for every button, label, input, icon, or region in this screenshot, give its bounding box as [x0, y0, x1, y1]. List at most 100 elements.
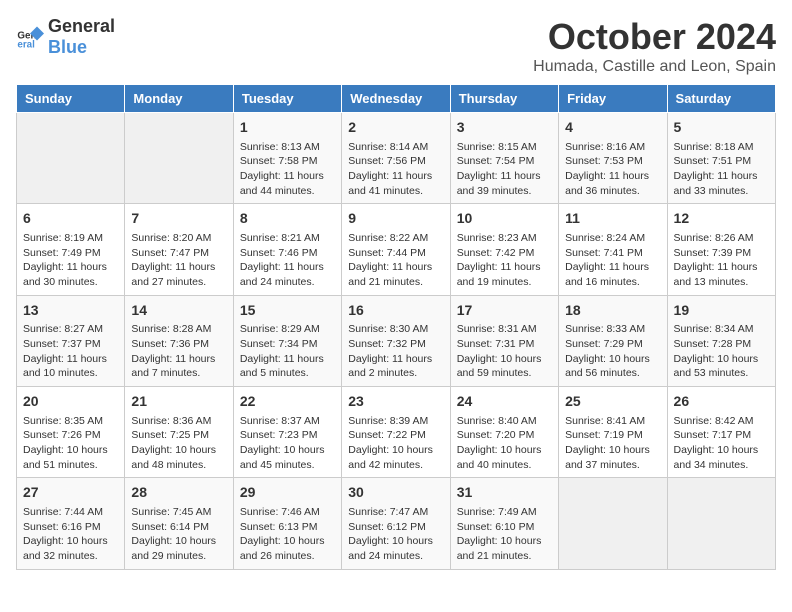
table-row: 14Sunrise: 8:28 AM Sunset: 7:36 PM Dayli… [125, 295, 233, 386]
logo: Gen eral General Blue [16, 16, 115, 58]
day-number: 28 [131, 483, 226, 503]
table-row: 10Sunrise: 8:23 AM Sunset: 7:42 PM Dayli… [450, 204, 558, 295]
table-row: 25Sunrise: 8:41 AM Sunset: 7:19 PM Dayli… [559, 387, 667, 478]
day-number: 23 [348, 392, 443, 412]
day-info: Sunrise: 7:45 AM Sunset: 6:14 PM Dayligh… [131, 505, 226, 564]
day-info: Sunrise: 8:41 AM Sunset: 7:19 PM Dayligh… [565, 414, 660, 473]
day-info: Sunrise: 8:24 AM Sunset: 7:41 PM Dayligh… [565, 231, 660, 290]
table-row [17, 113, 125, 204]
table-row: 23Sunrise: 8:39 AM Sunset: 7:22 PM Dayli… [342, 387, 450, 478]
calendar-week-row: 13Sunrise: 8:27 AM Sunset: 7:37 PM Dayli… [17, 295, 776, 386]
day-number: 8 [240, 209, 335, 229]
day-info: Sunrise: 8:30 AM Sunset: 7:32 PM Dayligh… [348, 322, 443, 381]
day-number: 12 [674, 209, 769, 229]
day-number: 16 [348, 301, 443, 321]
table-row [667, 478, 775, 569]
logo-text-general: General [48, 16, 115, 36]
day-info: Sunrise: 8:22 AM Sunset: 7:44 PM Dayligh… [348, 231, 443, 290]
day-info: Sunrise: 8:19 AM Sunset: 7:49 PM Dayligh… [23, 231, 118, 290]
logo-icon: Gen eral [16, 23, 44, 51]
table-row: 28Sunrise: 7:45 AM Sunset: 6:14 PM Dayli… [125, 478, 233, 569]
day-info: Sunrise: 8:15 AM Sunset: 7:54 PM Dayligh… [457, 140, 552, 199]
table-row: 9Sunrise: 8:22 AM Sunset: 7:44 PM Daylig… [342, 204, 450, 295]
day-number: 18 [565, 301, 660, 321]
day-info: Sunrise: 8:14 AM Sunset: 7:56 PM Dayligh… [348, 140, 443, 199]
col-monday: Monday [125, 85, 233, 113]
day-number: 21 [131, 392, 226, 412]
day-number: 2 [348, 118, 443, 138]
table-row: 7Sunrise: 8:20 AM Sunset: 7:47 PM Daylig… [125, 204, 233, 295]
col-wednesday: Wednesday [342, 85, 450, 113]
day-number: 14 [131, 301, 226, 321]
day-number: 29 [240, 483, 335, 503]
day-number: 20 [23, 392, 118, 412]
day-info: Sunrise: 8:13 AM Sunset: 7:58 PM Dayligh… [240, 140, 335, 199]
col-sunday: Sunday [17, 85, 125, 113]
day-info: Sunrise: 8:20 AM Sunset: 7:47 PM Dayligh… [131, 231, 226, 290]
col-saturday: Saturday [667, 85, 775, 113]
table-row: 27Sunrise: 7:44 AM Sunset: 6:16 PM Dayli… [17, 478, 125, 569]
col-friday: Friday [559, 85, 667, 113]
table-row [125, 113, 233, 204]
day-info: Sunrise: 8:18 AM Sunset: 7:51 PM Dayligh… [674, 140, 769, 199]
day-info: Sunrise: 8:23 AM Sunset: 7:42 PM Dayligh… [457, 231, 552, 290]
day-number: 1 [240, 118, 335, 138]
day-number: 22 [240, 392, 335, 412]
col-thursday: Thursday [450, 85, 558, 113]
day-info: Sunrise: 7:46 AM Sunset: 6:13 PM Dayligh… [240, 505, 335, 564]
day-info: Sunrise: 8:33 AM Sunset: 7:29 PM Dayligh… [565, 322, 660, 381]
table-row: 31Sunrise: 7:49 AM Sunset: 6:10 PM Dayli… [450, 478, 558, 569]
table-row: 17Sunrise: 8:31 AM Sunset: 7:31 PM Dayli… [450, 295, 558, 386]
logo-wordmark: General Blue [48, 16, 115, 58]
calendar-week-row: 6Sunrise: 8:19 AM Sunset: 7:49 PM Daylig… [17, 204, 776, 295]
table-row: 15Sunrise: 8:29 AM Sunset: 7:34 PM Dayli… [233, 295, 341, 386]
svg-text:eral: eral [17, 40, 35, 51]
day-number: 30 [348, 483, 443, 503]
day-number: 19 [674, 301, 769, 321]
month-title: October 2024 [533, 16, 776, 58]
table-row: 26Sunrise: 8:42 AM Sunset: 7:17 PM Dayli… [667, 387, 775, 478]
day-info: Sunrise: 8:34 AM Sunset: 7:28 PM Dayligh… [674, 322, 769, 381]
day-info: Sunrise: 7:44 AM Sunset: 6:16 PM Dayligh… [23, 505, 118, 564]
location-title: Humada, Castille and Leon, Spain [533, 58, 776, 76]
day-number: 6 [23, 209, 118, 229]
day-info: Sunrise: 8:35 AM Sunset: 7:26 PM Dayligh… [23, 414, 118, 473]
table-row: 24Sunrise: 8:40 AM Sunset: 7:20 PM Dayli… [450, 387, 558, 478]
day-info: Sunrise: 8:37 AM Sunset: 7:23 PM Dayligh… [240, 414, 335, 473]
day-number: 4 [565, 118, 660, 138]
table-row: 3Sunrise: 8:15 AM Sunset: 7:54 PM Daylig… [450, 113, 558, 204]
table-row: 29Sunrise: 7:46 AM Sunset: 6:13 PM Dayli… [233, 478, 341, 569]
day-number: 5 [674, 118, 769, 138]
table-row: 4Sunrise: 8:16 AM Sunset: 7:53 PM Daylig… [559, 113, 667, 204]
table-row: 30Sunrise: 7:47 AM Sunset: 6:12 PM Dayli… [342, 478, 450, 569]
calendar-header-row: Sunday Monday Tuesday Wednesday Thursday… [17, 85, 776, 113]
calendar-week-row: 1Sunrise: 8:13 AM Sunset: 7:58 PM Daylig… [17, 113, 776, 204]
day-number: 11 [565, 209, 660, 229]
table-row: 12Sunrise: 8:26 AM Sunset: 7:39 PM Dayli… [667, 204, 775, 295]
day-number: 7 [131, 209, 226, 229]
day-info: Sunrise: 8:26 AM Sunset: 7:39 PM Dayligh… [674, 231, 769, 290]
day-info: Sunrise: 8:31 AM Sunset: 7:31 PM Dayligh… [457, 322, 552, 381]
day-info: Sunrise: 8:21 AM Sunset: 7:46 PM Dayligh… [240, 231, 335, 290]
day-info: Sunrise: 8:42 AM Sunset: 7:17 PM Dayligh… [674, 414, 769, 473]
table-row: 1Sunrise: 8:13 AM Sunset: 7:58 PM Daylig… [233, 113, 341, 204]
day-number: 27 [23, 483, 118, 503]
table-row: 20Sunrise: 8:35 AM Sunset: 7:26 PM Dayli… [17, 387, 125, 478]
day-number: 15 [240, 301, 335, 321]
day-number: 26 [674, 392, 769, 412]
logo-text-blue: Blue [48, 37, 87, 57]
table-row: 5Sunrise: 8:18 AM Sunset: 7:51 PM Daylig… [667, 113, 775, 204]
page-header: Gen eral General Blue October 2024 Humad… [16, 16, 776, 76]
day-info: Sunrise: 8:16 AM Sunset: 7:53 PM Dayligh… [565, 140, 660, 199]
table-row: 13Sunrise: 8:27 AM Sunset: 7:37 PM Dayli… [17, 295, 125, 386]
table-row: 19Sunrise: 8:34 AM Sunset: 7:28 PM Dayli… [667, 295, 775, 386]
day-number: 3 [457, 118, 552, 138]
calendar-week-row: 20Sunrise: 8:35 AM Sunset: 7:26 PM Dayli… [17, 387, 776, 478]
day-number: 25 [565, 392, 660, 412]
day-number: 10 [457, 209, 552, 229]
day-info: Sunrise: 8:39 AM Sunset: 7:22 PM Dayligh… [348, 414, 443, 473]
calendar-table: Sunday Monday Tuesday Wednesday Thursday… [16, 84, 776, 570]
day-info: Sunrise: 7:49 AM Sunset: 6:10 PM Dayligh… [457, 505, 552, 564]
calendar-week-row: 27Sunrise: 7:44 AM Sunset: 6:16 PM Dayli… [17, 478, 776, 569]
day-info: Sunrise: 8:27 AM Sunset: 7:37 PM Dayligh… [23, 322, 118, 381]
